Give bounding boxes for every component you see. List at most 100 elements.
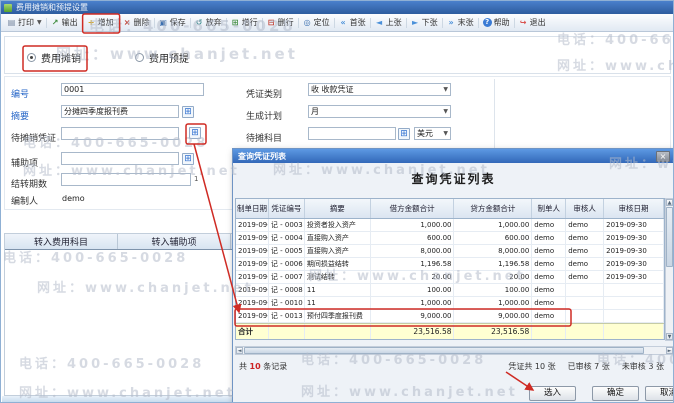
scroll-up-icon[interactable]: ▲: [666, 199, 673, 206]
pending-subject-browse-icon[interactable]: ⊞: [398, 128, 410, 140]
toolbar-button-delete-row[interactable]: ⊟ 删行: [264, 15, 297, 30]
column-header[interactable]: 审核日期: [604, 199, 664, 218]
table-row[interactable]: 2019-09-30记 - 0007测试结转20.0020.00demodemo…: [236, 271, 664, 284]
radio-expense-amortization[interactable]: 费用摊销: [27, 50, 81, 65]
dialog-titlebar[interactable]: 查询凭证列表: [233, 149, 673, 163]
auxiliary-label: 辅助项: [11, 159, 39, 169]
carry-periods-input[interactable]: [61, 173, 191, 186]
chevron-down-icon: ▼: [443, 130, 448, 137]
column-header[interactable]: 制单日期: [236, 199, 269, 218]
table-row[interactable]: 2019-09-30记 - 000811100.00100.00demo: [236, 284, 664, 297]
toolbar-button-export[interactable]: ↗ 输出: [48, 15, 81, 30]
toolbar-button-label: 输出: [61, 18, 78, 27]
pending-voucher-input[interactable]: [61, 127, 179, 140]
voucher-list-dialog: 查询凭证列表 × 查询凭证列表 制单日期 凭证编号 摘要 借方金额合计 贷方金额合计 制单…: [232, 148, 673, 402]
app-icon: [4, 3, 12, 12]
toolbar: ▤ 打印 ▼ ↗ 输出 + 增加 × 删除 ▣ 保存 ↺ 放弃 ⊞ 增行 ⊟ 删行 ◎ 定位 «首张 ◄ 上张 ► 下张» 末张…: [1, 14, 673, 32]
voucher-type-label: 凭证类别: [246, 90, 283, 100]
table-cell: [566, 310, 605, 322]
toolbar-separator: [189, 17, 191, 28]
scroll-left-icon[interactable]: ◄: [236, 347, 243, 354]
toolbar-button-printer[interactable]: ▤ 打印 ▼: [4, 15, 45, 30]
table-cell: 记 - 0003: [269, 219, 305, 231]
delete-row-icon: ⊟: [267, 18, 275, 27]
column-header[interactable]: 贷方金额合计: [454, 199, 533, 218]
dialog-title: 查询凭证列表: [238, 151, 286, 161]
column-header[interactable]: 审核人: [566, 199, 605, 218]
save-icon: ▣: [159, 18, 167, 27]
currency-select[interactable]: 美元 ▼: [414, 127, 451, 140]
table-cell: demo: [566, 258, 605, 270]
chevron-down-icon: ▼: [443, 86, 448, 93]
vertical-scrollbar[interactable]: ▲ ▼: [665, 198, 673, 341]
table-cell: demo: [532, 219, 567, 231]
table-cell: 20.00: [454, 271, 533, 283]
toolbar-button-help[interactable]: ? 帮助: [480, 15, 513, 30]
pending-voucher-browse-icon[interactable]: ⊞: [189, 127, 201, 139]
table-cell: demo: [532, 245, 567, 257]
summary-input[interactable]: [61, 105, 179, 118]
table-cell: 1,196.58: [454, 258, 533, 270]
scroll-down-icon[interactable]: ▼: [666, 333, 673, 340]
column-header[interactable]: 制单人: [532, 199, 567, 218]
number-input[interactable]: [61, 83, 204, 96]
toolbar-button-prev[interactable]: ◄ 上张: [372, 15, 405, 30]
pending-subject-input[interactable]: [308, 127, 396, 140]
toolbar-button-delete[interactable]: × 删除: [120, 15, 153, 30]
toolbar-button-last[interactable]: » 末张: [444, 15, 477, 30]
chevron-down-icon: ▼: [443, 108, 448, 115]
table-cell: 100.00: [454, 284, 533, 296]
toolbar-button-label: 删行: [277, 18, 294, 27]
table-row[interactable]: 2019-09-30记 - 0013预付四季度报刊费9,000.009,000.…: [236, 310, 664, 323]
toolbar-button-insert-row[interactable]: ⊞ 增行: [228, 15, 261, 30]
radio-dot-icon: [27, 53, 36, 62]
column-header[interactable]: 凭证编号: [269, 199, 305, 218]
table-cell: 9,000.00: [454, 310, 533, 322]
table-row[interactable]: 2019-09-30记 - 0003投资者投入资产1,000.001,000.0…: [236, 219, 664, 232]
last-icon: »: [448, 18, 454, 27]
table-cell: [604, 284, 664, 296]
table-cell: [604, 310, 664, 322]
close-icon[interactable]: ×: [656, 151, 670, 162]
table-cell: 1,196.58: [371, 258, 455, 270]
toolbar-button-label: 末张: [457, 18, 474, 27]
toolbar-separator: [261, 17, 263, 28]
scroll-right-icon[interactable]: ►: [666, 347, 673, 354]
horizontal-scrollbar[interactable]: ◄ ►: [235, 346, 673, 355]
export-icon: ↗: [51, 18, 59, 27]
auxiliary-browse-icon[interactable]: ⊞: [182, 153, 194, 165]
table-cell: 100.00: [371, 284, 455, 296]
auxiliary-input[interactable]: [61, 152, 179, 165]
column-header[interactable]: 摘要: [305, 199, 371, 218]
cancel-button[interactable]: 取消: [645, 386, 673, 401]
table-row[interactable]: 2019-09-30记 - 0004直接购入资产600.00600.00demo…: [236, 232, 664, 245]
screen: 费用摊销和预提设置 ▤ 打印 ▼ ↗ 输出 + 增加 × 删除 ▣ 保存 ↺ 放弃 ⊞ 增行 ⊟ 删行 ◎ 定位 «首…: [0, 0, 674, 403]
toolbar-button-discard[interactable]: ↺ 放弃: [192, 15, 225, 30]
summary-browse-icon[interactable]: ⊞: [182, 106, 194, 118]
toolbar-button-save[interactable]: ▣ 保存: [156, 15, 189, 30]
record-count-suffix: 条记录: [260, 362, 288, 371]
table-row[interactable]: 2019-09-30记 - 0005直接购入资产8,000.008,000.00…: [236, 245, 664, 258]
table-row[interactable]: 2019-09-30记 - 0010111,000.001,000.00demo: [236, 297, 664, 310]
table-cell: 记 - 0007: [269, 271, 305, 283]
radio-expense-accrual[interactable]: 费用预提: [135, 50, 189, 65]
toolbar-button-first[interactable]: «首张: [336, 15, 369, 30]
column-header[interactable]: 借方金额合计: [371, 199, 455, 218]
vertical-scroll-thumb[interactable]: [666, 207, 673, 267]
toolbar-button-label: 打印: [18, 18, 34, 27]
select-in-button[interactable]: 选入: [529, 386, 576, 401]
toolbar-separator: [333, 17, 335, 28]
toolbar-button-next[interactable]: ► 下张: [408, 15, 441, 30]
table-row[interactable]: 2019-09-30记 - 0006期间损益结转1,196.581,196.58…: [236, 258, 664, 271]
confirm-button[interactable]: 确定: [592, 386, 639, 401]
toolbar-button-exit[interactable]: ↪ 退出: [516, 15, 549, 30]
table-cell: 2019-09-30: [604, 271, 664, 283]
schedule-select[interactable]: 月 ▼: [308, 105, 451, 118]
voucher-type-select[interactable]: 收 收款凭证 ▼: [308, 83, 451, 96]
toolbar-separator: [441, 17, 443, 28]
toolbar-button-locate[interactable]: ◎ 定位: [300, 15, 333, 30]
toolbar-button-add[interactable]: + 增加: [84, 15, 117, 30]
horizontal-scroll-thumb[interactable]: [244, 347, 644, 354]
radio-label: 费用摊销: [41, 54, 81, 65]
next-icon: ►: [412, 18, 419, 27]
